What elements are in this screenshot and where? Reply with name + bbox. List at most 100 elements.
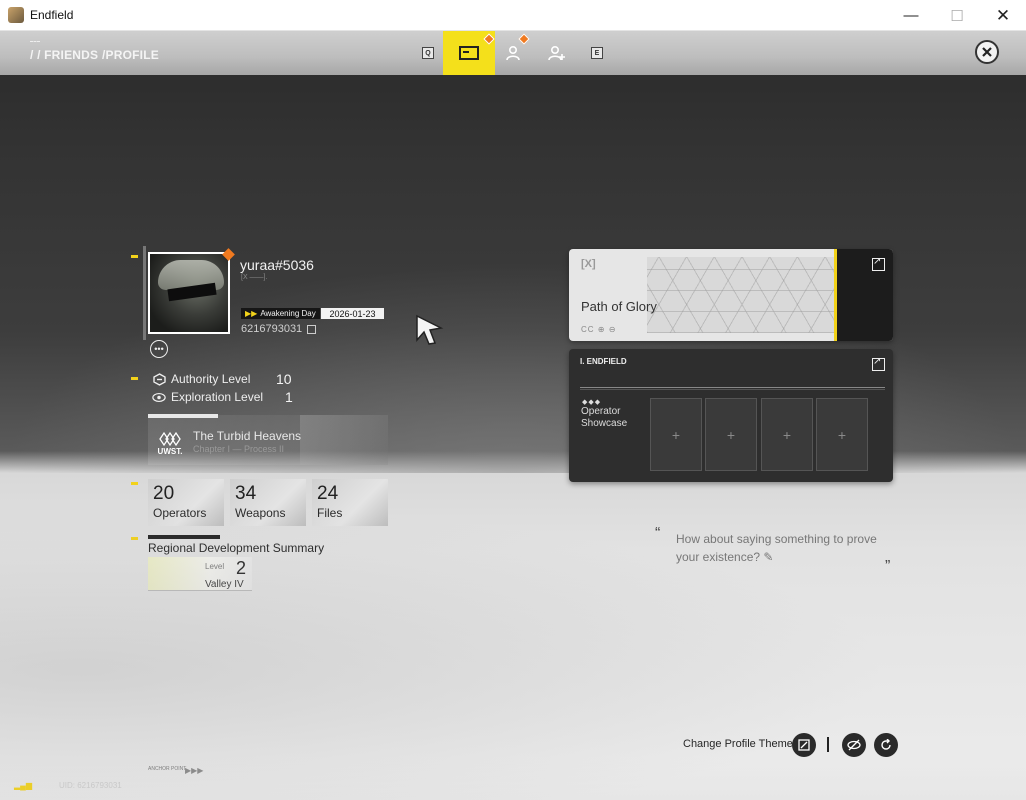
showcase-divider bbox=[580, 387, 885, 390]
window-title: Endfield bbox=[30, 8, 74, 22]
footer-uid: UID: 6216793031 bbox=[59, 781, 122, 790]
more-options-button[interactable]: ••• bbox=[150, 340, 168, 358]
plus-icon: + bbox=[782, 426, 792, 443]
stat-label: Files bbox=[317, 506, 343, 520]
expand-icon[interactable] bbox=[872, 356, 885, 371]
path-of-glory-card[interactable]: [X] Path of Glory CC ⊕ ⊖ bbox=[569, 249, 893, 341]
anchor-arrows-icon: ▶▶▶ bbox=[185, 766, 204, 775]
plus-icon: + bbox=[726, 426, 736, 443]
refresh-button[interactable] bbox=[874, 733, 898, 757]
stat-label: Operators bbox=[153, 506, 207, 520]
bio-text[interactable]: How about saying something to prove your… bbox=[676, 530, 886, 566]
plus-icon: + bbox=[671, 426, 681, 443]
copy-icon[interactable] bbox=[307, 324, 317, 334]
prev-tab-key[interactable]: Q bbox=[422, 47, 434, 59]
awakening-day-tag: ▶▶ Awakening Day bbox=[241, 308, 320, 319]
window-titlebar: Endfield — ☐ ✕ bbox=[0, 0, 1026, 31]
anchor-point-label: ANCHOR POINT bbox=[148, 766, 187, 772]
tab-friends[interactable] bbox=[490, 31, 536, 75]
add-friend-icon bbox=[548, 45, 565, 61]
story-logo-text: UWST. bbox=[157, 447, 183, 456]
friends-tab-badge bbox=[518, 33, 530, 45]
glory-logo: [X] bbox=[581, 258, 596, 270]
quote-close-icon: ” bbox=[885, 558, 891, 575]
authority-level-label: Authority Level bbox=[171, 372, 251, 386]
eye-off-icon bbox=[847, 739, 861, 751]
uid-value: 6216793031 bbox=[241, 323, 303, 335]
breadcrumb-friends[interactable]: / / FRIENDS bbox=[30, 48, 98, 62]
game-viewport: / / FRIENDS /PROFILE Q E yuraa#5036 [X —… bbox=[0, 31, 1026, 800]
section-marker bbox=[131, 482, 138, 485]
profile-card-icon bbox=[459, 46, 479, 60]
stat-weapons[interactable]: 34 Weapons bbox=[230, 479, 306, 526]
edit-icon[interactable]: ✎ bbox=[763, 550, 773, 564]
section-marker bbox=[131, 377, 138, 380]
showcase-title-line1: Operator bbox=[581, 406, 621, 417]
close-icon bbox=[982, 47, 992, 57]
exploration-level-value: 1 bbox=[285, 389, 293, 405]
operator-slot-2[interactable]: + bbox=[705, 398, 757, 471]
stat-value: 20 bbox=[153, 483, 175, 504]
maximize-button[interactable]: ☐ bbox=[934, 0, 980, 31]
region-name: Valley IV bbox=[205, 579, 244, 590]
exploration-icon bbox=[152, 391, 166, 403]
glory-icons: CC ⊕ ⊖ bbox=[581, 325, 617, 334]
theme-icon bbox=[798, 739, 810, 751]
uid-row: 6216793031 bbox=[241, 323, 317, 335]
story-emblem-icon bbox=[159, 431, 181, 447]
breadcrumb-mark bbox=[30, 41, 40, 44]
glory-title: Path of Glory bbox=[581, 299, 657, 314]
breadcrumb-profile: /PROFILE bbox=[102, 48, 159, 62]
minimize-button[interactable]: — bbox=[888, 0, 934, 31]
region-card[interactable] bbox=[148, 557, 252, 591]
stat-value: 24 bbox=[317, 483, 339, 504]
operator-showcase-card[interactable]: I. ENDFIELD ◆◆◆ Operator Showcase + + + … bbox=[569, 349, 893, 482]
exploration-level-label: Exploration Level bbox=[171, 390, 264, 404]
showcase-title-line2: Showcase bbox=[581, 418, 628, 429]
top-nav: / / FRIENDS /PROFILE Q E bbox=[0, 31, 1026, 75]
exploration-level-row: Exploration Level bbox=[152, 390, 263, 404]
authority-level-value: 10 bbox=[276, 371, 292, 387]
signal-icon: ▂▄▆ bbox=[14, 781, 32, 790]
glory-pattern bbox=[647, 257, 837, 333]
hide-ui-button[interactable] bbox=[842, 733, 866, 757]
region-level-value: 2 bbox=[236, 558, 247, 578]
authority-level-row: Authority Level bbox=[152, 372, 250, 386]
bio-placeholder: How about saying something to prove your… bbox=[676, 532, 877, 564]
awakening-day-label: Awakening Day bbox=[260, 309, 316, 318]
change-theme-button[interactable] bbox=[792, 733, 816, 757]
close-window-button[interactable]: ✕ bbox=[980, 0, 1026, 31]
story-title: The Turbid Heavens bbox=[193, 429, 302, 443]
region-header-bar bbox=[148, 535, 220, 539]
stat-operators[interactable]: 20 Operators bbox=[148, 479, 224, 526]
stat-files[interactable]: 24 Files bbox=[312, 479, 388, 526]
operator-slot-4[interactable]: + bbox=[816, 398, 868, 471]
story-art bbox=[300, 415, 388, 465]
story-card-header bbox=[148, 414, 218, 418]
change-theme-label[interactable]: Change Profile Theme bbox=[683, 738, 793, 750]
story-subtitle: Chapter I — Process II bbox=[193, 444, 285, 454]
tab-profile[interactable] bbox=[443, 31, 495, 75]
fast-forward-icon: ▶▶ bbox=[245, 309, 258, 318]
app-icon bbox=[8, 7, 24, 23]
operator-slot-3[interactable]: + bbox=[761, 398, 813, 471]
toolbar-separator bbox=[827, 737, 829, 752]
next-tab-key[interactable]: E bbox=[591, 47, 603, 59]
stat-value: 34 bbox=[235, 483, 257, 504]
operator-slot-1[interactable]: + bbox=[650, 398, 702, 471]
expand-icon[interactable] bbox=[872, 256, 885, 271]
avatar[interactable] bbox=[148, 252, 230, 334]
showcase-title: Operator Showcase bbox=[581, 406, 627, 430]
close-profile-button[interactable] bbox=[975, 40, 999, 64]
section-marker bbox=[131, 537, 138, 540]
refresh-icon bbox=[881, 739, 891, 750]
authority-icon bbox=[152, 372, 166, 386]
tab-add-friend[interactable] bbox=[534, 31, 580, 75]
plus-icon: + bbox=[837, 426, 847, 443]
region-level-label: Level bbox=[205, 562, 225, 571]
region-title: Regional Development Summary bbox=[148, 541, 325, 555]
awakening-date: 2026-01-23 bbox=[321, 308, 384, 319]
friends-icon bbox=[506, 45, 520, 61]
user-subtag: [X ——]. bbox=[241, 274, 268, 281]
stat-label: Weapons bbox=[235, 506, 286, 520]
